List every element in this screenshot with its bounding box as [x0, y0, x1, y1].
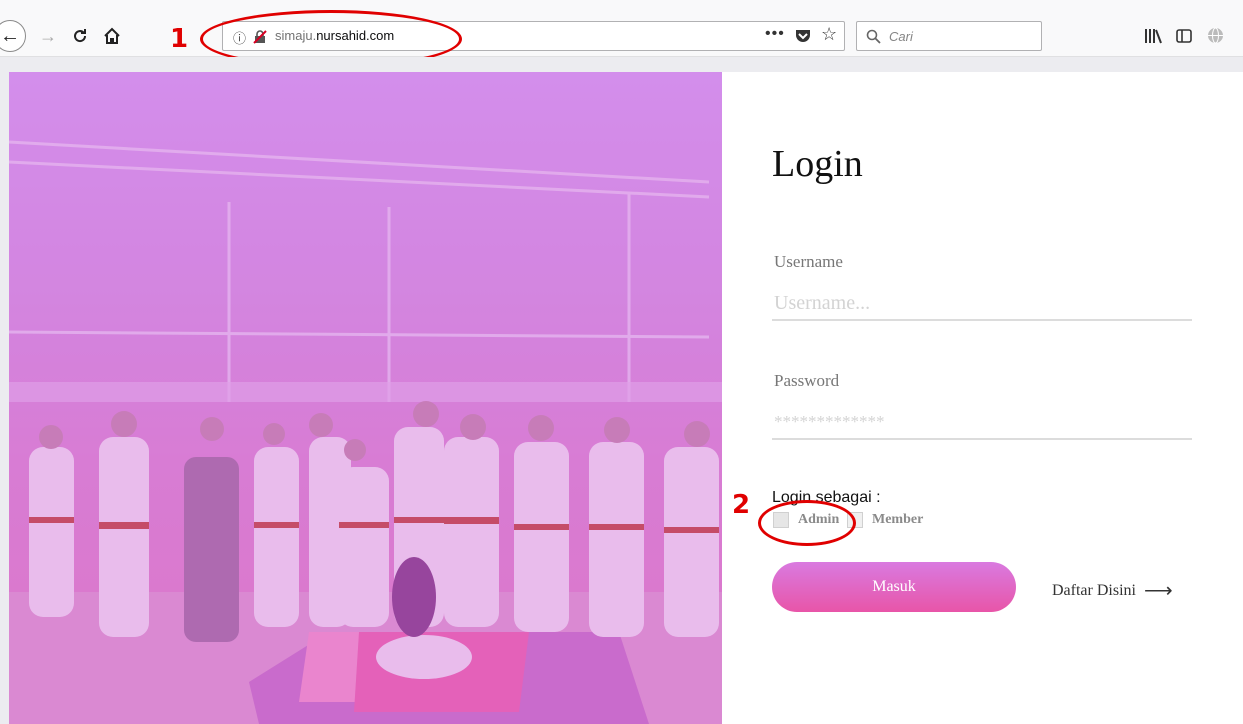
search-icon: [866, 29, 881, 44]
forward-arrow-icon: →: [39, 26, 57, 46]
username-input[interactable]: [772, 287, 1192, 321]
register-link-label: Daftar Disini: [1052, 581, 1136, 599]
arrow-right-icon: ⟶: [1143, 580, 1173, 602]
bookmark-star-icon[interactable]: ☆: [821, 24, 837, 45]
library-icon[interactable]: [1144, 28, 1162, 44]
username-label: Username: [774, 252, 843, 271]
member-radio-label[interactable]: Member: [872, 512, 923, 528]
home-icon: [104, 27, 120, 44]
globe-icon[interactable]: [1207, 27, 1224, 44]
page-actions-icon[interactable]: •••: [765, 25, 785, 43]
annotation-number-1: 1: [170, 24, 189, 54]
sidebar-icon[interactable]: [1176, 29, 1192, 43]
page-content: Login Username Password Login sebagai : …: [0, 57, 1243, 724]
login-panel: Login Username Password Login sebagai : …: [722, 72, 1243, 724]
search-bar[interactable]: Cari: [856, 21, 1042, 51]
hero-photo: [9, 72, 722, 724]
home-button[interactable]: [100, 24, 124, 48]
annotation-number-2: 2: [732, 490, 751, 520]
login-title: Login: [772, 143, 863, 185]
reload-icon: [74, 29, 87, 43]
search-placeholder: Cari: [889, 29, 913, 44]
reload-button[interactable]: [68, 24, 92, 48]
back-arrow-icon: ←: [0, 24, 20, 47]
register-link[interactable]: Daftar Disini ⟶: [1052, 578, 1173, 603]
password-input[interactable]: [772, 406, 1192, 440]
team-photo-image: [9, 72, 722, 724]
forward-button[interactable]: →: [36, 24, 60, 48]
back-button[interactable]: ←: [0, 20, 26, 52]
password-label: Password: [774, 371, 840, 390]
annotation-ellipse-admin: [758, 500, 856, 546]
submit-button[interactable]: Masuk: [772, 562, 1016, 612]
pocket-icon[interactable]: [795, 29, 811, 44]
